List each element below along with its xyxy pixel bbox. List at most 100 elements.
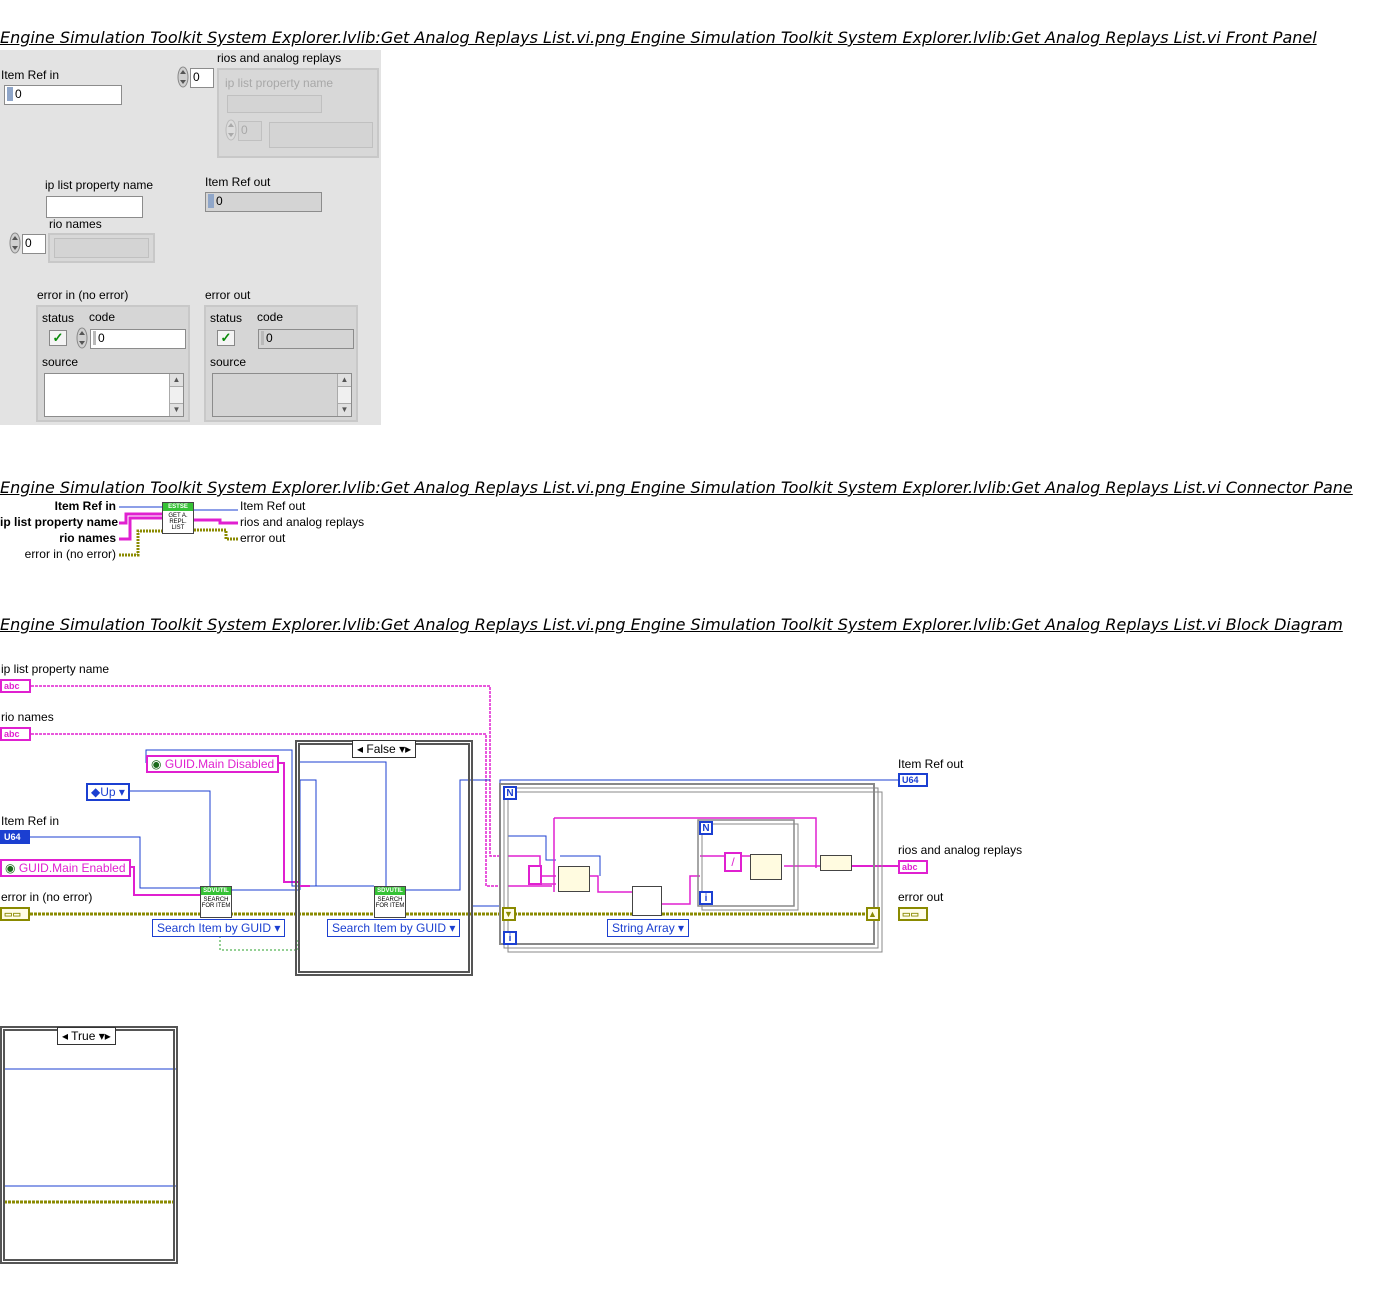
cp-input-item-ref-in: Item Ref in bbox=[54, 499, 116, 513]
rios-analog-replays-array: ip list property name 0 bbox=[217, 68, 379, 158]
slash-constant: / bbox=[724, 852, 742, 872]
bd-rios-analog-replays-label: rios and analog replays bbox=[898, 843, 1023, 857]
error-out-status-indicator: ✓ bbox=[217, 330, 235, 346]
error-out-status-label: status bbox=[210, 311, 243, 325]
bd-error-in-terminal[interactable]: ▭▭ bbox=[0, 907, 30, 921]
bd-error-out-terminal: ▭▭ bbox=[898, 907, 928, 921]
cp-output-item-ref-out: Item Ref out bbox=[240, 499, 306, 513]
radix-indicator bbox=[7, 87, 13, 101]
cp-output-rios-analog-replays: rios and analog replays bbox=[240, 515, 365, 529]
rio-names-element[interactable] bbox=[54, 238, 149, 258]
error-in-code-field[interactable]: 0 bbox=[90, 329, 186, 349]
cp-output-error-out: error out bbox=[240, 531, 286, 545]
error-out-source-scrollbar[interactable]: ▲ ▼ bbox=[337, 374, 351, 416]
search-for-item-subvi-2[interactable]: SDVUTIL SEARCH FOR ITEM bbox=[374, 886, 406, 918]
case-selector-false[interactable]: ◂ False ▾▸ bbox=[352, 740, 417, 758]
rio-names-index-field[interactable]: 0 bbox=[22, 234, 46, 254]
for-loop-iteration-i: i bbox=[503, 931, 517, 945]
error-in-code-spinner[interactable] bbox=[76, 327, 88, 349]
concatenate-node bbox=[750, 854, 782, 880]
inner-ip-list-field bbox=[227, 95, 322, 113]
chevron-down-icon: ▾ bbox=[678, 921, 685, 935]
connector-pane-icon: ESTSE GET A. REPL. LIST bbox=[162, 502, 194, 534]
scroll-down-icon[interactable]: ▼ bbox=[170, 403, 183, 416]
item-ref-in-control[interactable]: 0 bbox=[4, 85, 122, 105]
string-array-selector[interactable]: String Array ▾ bbox=[607, 919, 690, 937]
item-ref-in-label: Item Ref in bbox=[1, 68, 60, 82]
ip-list-property-name-field[interactable] bbox=[46, 196, 143, 218]
chevron-left-icon: ◂ bbox=[357, 742, 364, 756]
rio-names-array bbox=[48, 233, 155, 263]
bd-rio-names-label: rio names bbox=[1, 710, 54, 724]
bd-item-ref-in-label: Item Ref in bbox=[1, 814, 60, 828]
case-structure-true bbox=[0, 1026, 178, 1264]
error-out-code-indicator: 0 bbox=[258, 329, 354, 349]
connector-pane-heading: Engine Simulation Toolkit System Explore… bbox=[0, 478, 1353, 497]
for-loop-count-N: N bbox=[503, 786, 517, 800]
direction-enum-constant[interactable]: ◆Up ▾ bbox=[86, 783, 130, 801]
radix-indicator bbox=[261, 331, 264, 345]
rio-names-label: rio names bbox=[49, 217, 102, 231]
error-in-source-scrollbar[interactable]: ▲ ▼ bbox=[169, 374, 183, 416]
search-mode-selector-2[interactable]: Search Item by GUID ▾ bbox=[327, 919, 461, 937]
item-ref-out-indicator: 0 bbox=[205, 192, 322, 212]
error-in-code-label: code bbox=[89, 310, 116, 324]
inner-ip-list-label: ip list property name bbox=[225, 76, 334, 90]
inner-loop-iteration-i: i bbox=[699, 891, 713, 905]
rio-names-index-spinner[interactable] bbox=[9, 232, 21, 254]
guid-main-enabled-constant[interactable]: ◉ GUID.Main Enabled bbox=[0, 859, 131, 877]
bd-item-ref-out-terminal: U64 bbox=[898, 773, 928, 787]
array-index-field[interactable]: 0 bbox=[190, 68, 214, 88]
ip-list-property-name-label: ip list property name bbox=[45, 178, 154, 192]
string-array-subvi[interactable] bbox=[632, 886, 662, 916]
error-out-source-label: source bbox=[210, 355, 247, 369]
chevron-down-icon: ▾ bbox=[274, 921, 281, 935]
search-mode-selector-1[interactable]: Search Item by GUID ▾ bbox=[152, 919, 286, 937]
cp-input-rio-names: rio names bbox=[59, 531, 116, 545]
globe-icon: ◉ bbox=[5, 861, 19, 875]
bd-item-ref-in-terminal[interactable]: U64 bbox=[0, 830, 30, 844]
build-array-node bbox=[558, 866, 590, 892]
error-in-label: error in (no error) bbox=[37, 288, 129, 302]
rios-analog-replays-label: rios and analog replays bbox=[217, 51, 342, 65]
chevron-down-icon: ▾ bbox=[118, 785, 125, 799]
bd-item-ref-out-label: Item Ref out bbox=[898, 757, 964, 771]
search-for-item-subvi-1[interactable]: SDVUTIL SEARCH FOR ITEM bbox=[200, 886, 232, 918]
inner-index-field: 0 bbox=[238, 121, 262, 141]
scroll-down-icon[interactable]: ▼ bbox=[338, 403, 351, 416]
error-in-source-field[interactable]: ▲ ▼ bbox=[44, 373, 184, 417]
error-in-status-checkbox[interactable]: ✓ bbox=[49, 330, 67, 346]
scroll-up-icon[interactable]: ▲ bbox=[338, 374, 351, 387]
shift-register-right: ▲ bbox=[866, 907, 880, 921]
block-diagram-heading: Engine Simulation Toolkit System Explore… bbox=[0, 615, 1343, 634]
cp-input-ip-list-property-name: ip list property name bbox=[0, 515, 119, 529]
front-panel: Item Ref in 0 rios and analog replays 0 … bbox=[0, 50, 381, 425]
shift-register-left: ▼ bbox=[502, 907, 516, 921]
bd-ip-list-property-name-terminal[interactable]: abc bbox=[0, 679, 31, 693]
guid-main-disabled-constant[interactable]: ◉ GUID.Main Disabled bbox=[146, 755, 280, 773]
bd-rio-names-terminal[interactable]: abc bbox=[0, 727, 31, 741]
array-index-spinner[interactable] bbox=[177, 66, 189, 88]
chevron-right-icon: ▸ bbox=[104, 1029, 111, 1043]
inner-loop-count-N: N bbox=[699, 821, 713, 835]
bd-error-in-label: error in (no error) bbox=[1, 890, 93, 904]
bd-error-out-label: error out bbox=[898, 890, 944, 904]
inner-index-spinner bbox=[225, 119, 237, 141]
empty-string-constant bbox=[528, 865, 542, 885]
item-ref-out-label: Item Ref out bbox=[205, 175, 271, 189]
error-in-cluster: status code ✓ 0 source ▲ ▼ bbox=[36, 305, 190, 422]
front-panel-heading: Engine Simulation Toolkit System Explore… bbox=[0, 28, 1317, 47]
case-structure-false bbox=[295, 740, 473, 976]
spreadsheet-string-node bbox=[820, 855, 852, 871]
error-in-source-label: source bbox=[42, 355, 79, 369]
case-selector-true[interactable]: ◂ True ▾▸ bbox=[57, 1027, 116, 1045]
radix-indicator bbox=[93, 331, 96, 345]
block-diagram-wires bbox=[4, 685, 898, 1204]
cp-input-error-in: error in (no error) bbox=[24, 547, 116, 561]
bd-rios-analog-replays-terminal: abc bbox=[898, 860, 928, 874]
error-out-label: error out bbox=[205, 288, 251, 302]
bd-ip-list-property-name-label: ip list property name bbox=[1, 662, 110, 676]
inner-rio-names-field bbox=[269, 122, 373, 148]
radix-indicator bbox=[208, 194, 214, 208]
scroll-up-icon[interactable]: ▲ bbox=[170, 374, 183, 387]
